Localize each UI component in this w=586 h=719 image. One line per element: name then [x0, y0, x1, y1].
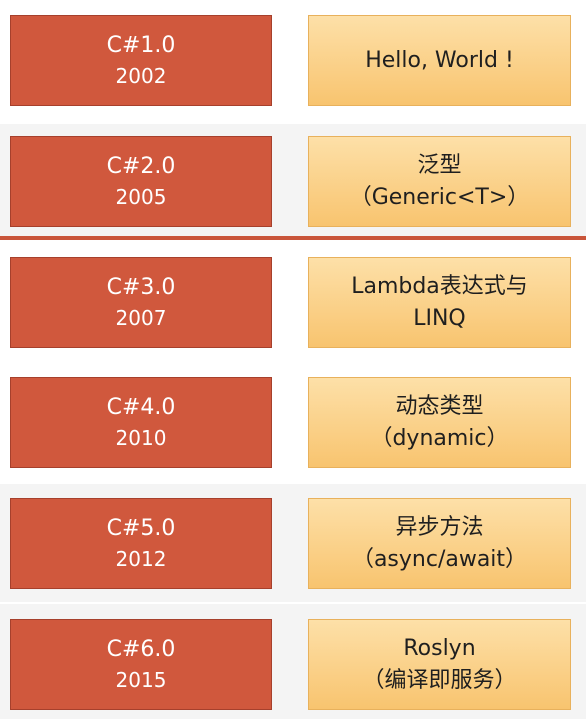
version-box-csharp-3: C#3.0 2007 [10, 257, 272, 348]
release-year: 2002 [115, 63, 167, 88]
release-year: 2005 [115, 184, 167, 209]
version-box-csharp-5: C#5.0 2012 [10, 498, 272, 589]
release-year: 2010 [115, 425, 167, 450]
version-box-csharp-2: C#2.0 2005 [10, 136, 272, 227]
feature-line: LINQ [413, 305, 466, 331]
feature-line: （async/await） [351, 546, 528, 572]
feature-box-csharp-2: 泛型 （Generic<T>） [308, 136, 571, 227]
feature-line: Hello, World ! [365, 47, 514, 73]
release-year: 2012 [115, 546, 167, 571]
version-label: C#1.0 [106, 32, 176, 58]
feature-line: （Generic<T>） [349, 184, 530, 210]
feature-line: （dynamic） [370, 425, 509, 451]
version-label: C#5.0 [106, 515, 176, 541]
feature-line: 动态类型 [395, 393, 484, 419]
feature-box-csharp-3: Lambda表达式与 LINQ [308, 257, 571, 348]
release-year: 2015 [115, 667, 167, 692]
release-year: 2007 [115, 305, 167, 330]
version-label: C#6.0 [106, 636, 176, 662]
feature-box-csharp-4: 动态类型 （dynamic） [308, 377, 571, 468]
version-box-csharp-4: C#4.0 2010 [10, 377, 272, 468]
feature-line: Roslyn [403, 635, 476, 661]
feature-line: Lambda表达式与 [351, 273, 528, 299]
feature-box-csharp-5: 异步方法 （async/await） [308, 498, 571, 589]
version-label: C#4.0 [106, 394, 176, 420]
feature-box-csharp-6: Roslyn （编译即服务） [308, 619, 571, 710]
feature-line: （编译即服务） [362, 667, 517, 693]
feature-line: 异步方法 [395, 514, 484, 540]
version-box-csharp-1: C#1.0 2002 [10, 15, 272, 106]
version-label: C#3.0 [106, 274, 176, 300]
version-label: C#2.0 [106, 153, 176, 179]
version-box-csharp-6: C#6.0 2015 [10, 619, 272, 710]
feature-box-csharp-1: Hello, World ! [308, 15, 571, 106]
feature-line: 泛型 [417, 152, 462, 178]
era-divider-line [0, 236, 586, 240]
